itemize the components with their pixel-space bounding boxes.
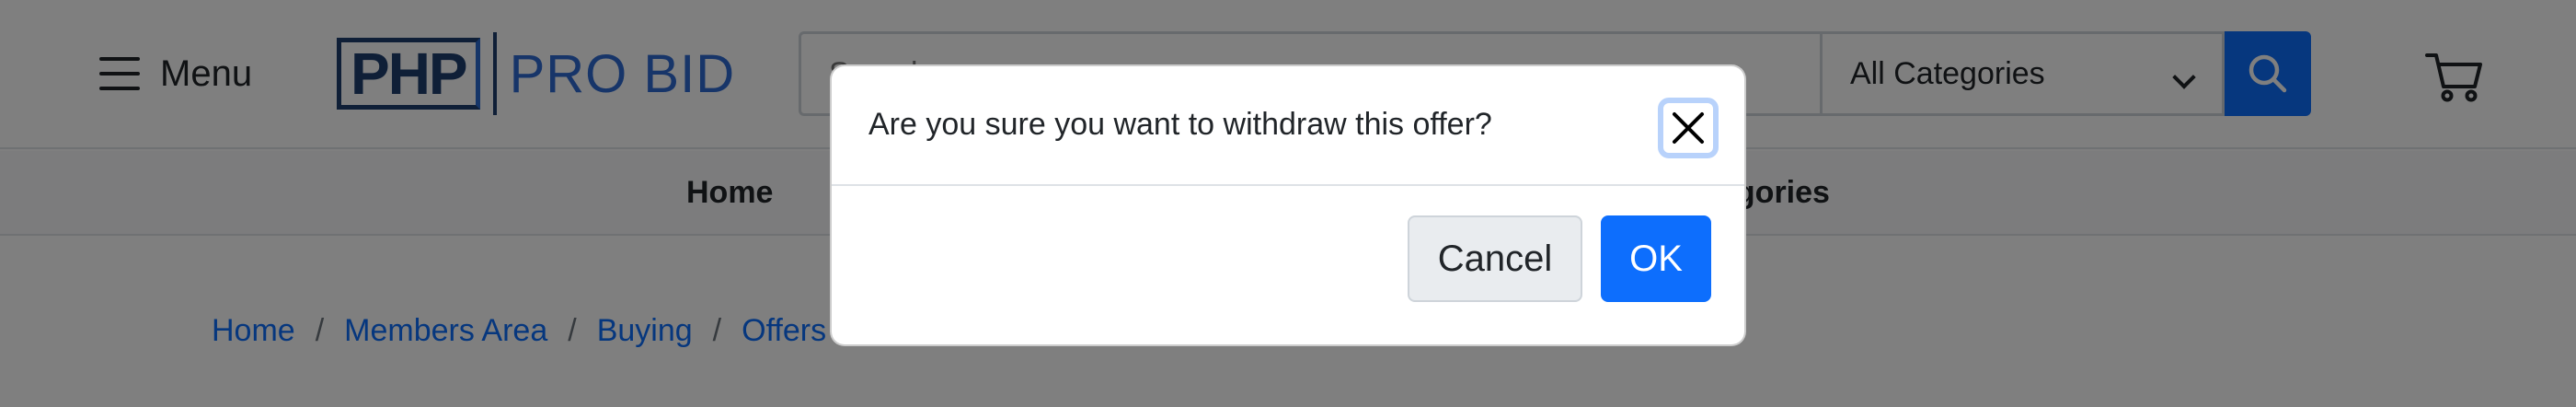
close-icon: [1673, 112, 1704, 144]
cancel-button[interactable]: Cancel: [1408, 215, 1582, 302]
ok-button[interactable]: OK: [1601, 215, 1711, 302]
dialog-message: Are you sure you want to withdraw this o…: [868, 107, 1492, 142]
dialog-footer: Cancel OK: [832, 188, 1744, 344]
confirm-dialog: Are you sure you want to withdraw this o…: [830, 64, 1746, 346]
dialog-close-button[interactable]: [1658, 98, 1719, 158]
dialog-header: Are you sure you want to withdraw this o…: [832, 66, 1744, 186]
